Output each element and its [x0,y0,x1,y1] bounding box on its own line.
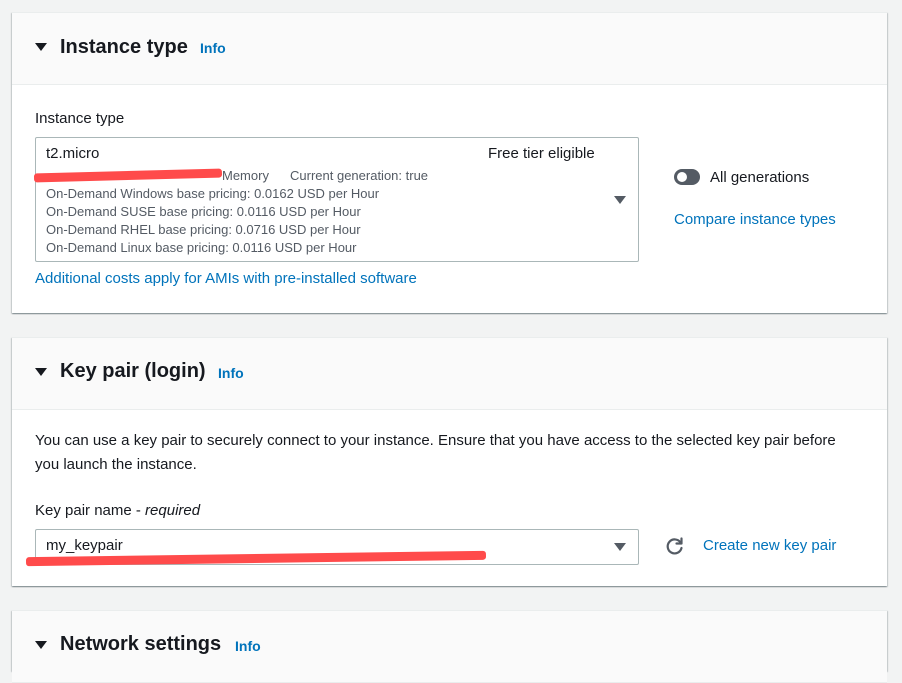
caret-down-icon[interactable] [35,641,47,649]
instance-type-field-label: Instance type [35,110,125,127]
caret-down-icon[interactable] [35,43,47,51]
key-pair-header[interactable]: Key pair (login) Info [12,338,887,410]
network-settings-info-link[interactable]: Info [235,638,261,654]
all-generations-label: All generations [710,169,810,186]
key-pair-field-label: Key pair name - required [35,502,201,519]
pricing-rhel: On-Demand RHEL base pricing: 0.0716 USD … [46,222,361,237]
redaction-mark [33,168,223,183]
additional-costs-link[interactable]: Additional costs apply for AMIs with pre… [35,270,417,287]
caret-down-icon[interactable] [35,368,47,376]
pricing-windows: On-Demand Windows base pricing: 0.0162 U… [46,186,380,201]
instance-type-title: Instance type [60,36,188,58]
network-settings-panel: Network settings Info [12,610,887,683]
key-pair-panel: Key pair (login) Info You can use a key … [12,337,887,586]
memory-label: Memory [222,168,269,183]
pricing-linux: On-Demand Linux base pricing: 0.0116 USD… [46,240,357,255]
refresh-icon[interactable] [665,536,685,556]
instance-type-header[interactable]: Instance type Info [12,13,887,85]
key-pair-description: You can use a key pair to securely conne… [35,432,836,473]
instance-type-select[interactable]: t2.micro Free tier eligible Memory Curre… [33,137,639,262]
instance-type-info-link[interactable]: Info [200,40,226,56]
dropdown-arrow-icon[interactable] [614,543,626,551]
instance-type-panel: Instance type Info Instance type t2.micr… [12,12,887,313]
compare-instance-types-link[interactable]: Compare instance types [674,211,836,228]
network-settings-header[interactable]: Network settings Info [12,611,887,683]
toggle-knob [677,172,687,182]
key-pair-info-link[interactable]: Info [218,365,244,381]
selected-key-pair: my_keypair [46,537,123,554]
selected-instance-type: t2.micro [46,145,100,162]
all-generations-toggle[interactable] [674,169,700,185]
current-generation: Current generation: true [290,168,429,183]
dropdown-arrow-icon[interactable] [614,196,626,204]
free-tier-badge: Free tier eligible [488,145,595,162]
create-key-pair-link[interactable]: Create new key pair [703,537,836,554]
key-pair-select[interactable]: my_keypair [25,529,639,567]
network-settings-title: Network settings [60,633,222,655]
required-label: required [145,502,201,519]
key-pair-title: Key pair (login) [60,360,206,382]
pricing-suse: On-Demand SUSE base pricing: 0.0116 USD … [46,204,361,219]
